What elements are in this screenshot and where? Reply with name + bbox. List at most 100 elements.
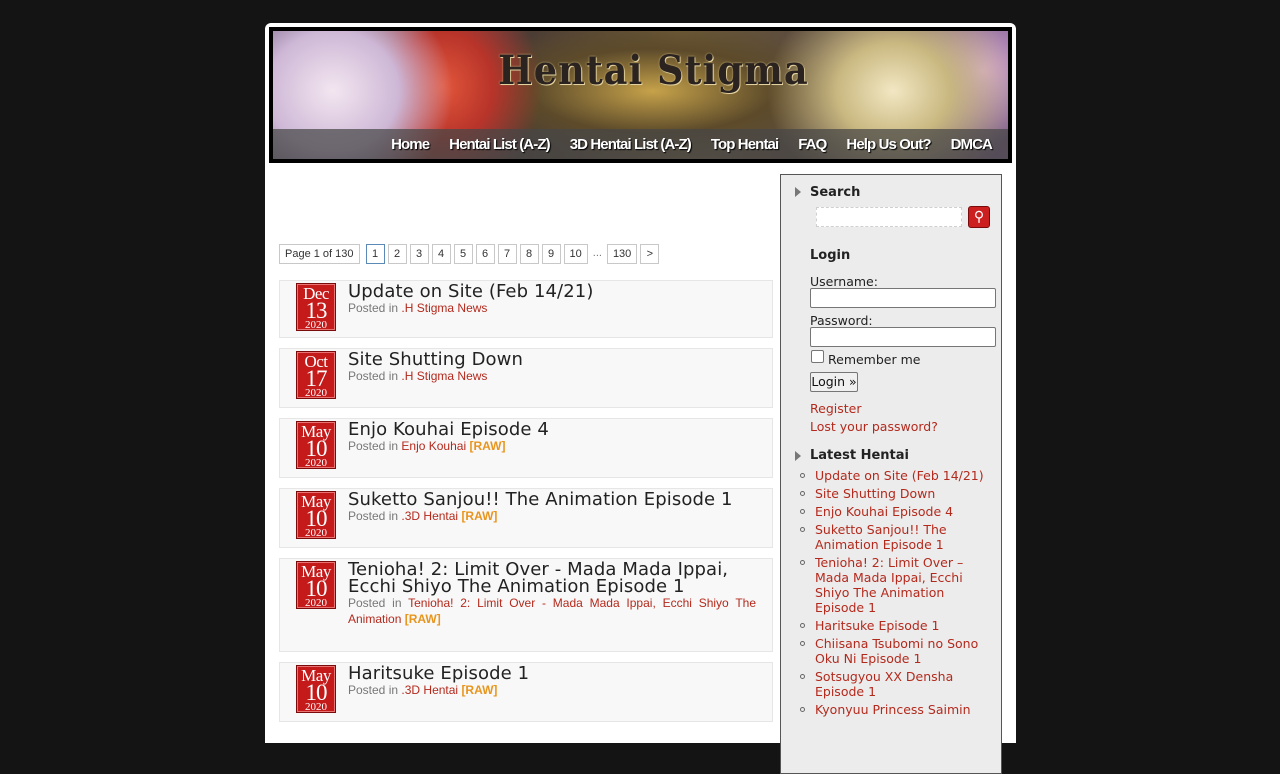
- site-header: Hentai Stigma Home Hentai List (A-Z) 3D …: [269, 27, 1012, 163]
- post-date: May 10 2020: [296, 665, 336, 713]
- search-button[interactable]: ⚲: [968, 206, 990, 228]
- bullet-icon: [800, 473, 805, 478]
- nav-home[interactable]: Home: [391, 136, 430, 153]
- search-heading: Search: [810, 185, 861, 200]
- post-date: Dec 13 2020: [296, 283, 336, 331]
- nav-top-hentai[interactable]: Top Hentai: [711, 136, 779, 153]
- register-link[interactable]: Register: [810, 401, 861, 416]
- post-item: Oct 17 2020 Site Shutting Down Posted in…: [279, 348, 773, 408]
- post-category-link[interactable]: .H Stigma News: [401, 301, 487, 315]
- username-label: Username:: [810, 274, 878, 289]
- latest-link[interactable]: Suketto Sanjou!! The Animation Episode 1: [815, 522, 947, 552]
- site-logo[interactable]: Hentai Stigma: [498, 47, 809, 94]
- remember-me-label: Remember me: [828, 352, 921, 367]
- bullet-icon: [800, 674, 805, 679]
- search-heading-arrow-icon: [795, 187, 801, 197]
- pagination: Page 1 of 130 1 2 3 4 5 6 7 8 9 10 ... 1…: [279, 244, 773, 264]
- list-item: Suketto Sanjou!! The Animation Episode 1: [800, 522, 997, 552]
- bullet-icon: [800, 623, 805, 628]
- list-item: Sotsugyou XX Densha Episode 1: [800, 669, 997, 699]
- latest-link[interactable]: Update on Site (Feb 14/21): [815, 468, 984, 483]
- page-link[interactable]: 10: [563, 244, 588, 264]
- post-date-year: 2020: [305, 387, 327, 399]
- nav-hentai-list[interactable]: Hentai List (A-Z): [449, 136, 550, 153]
- page-link[interactable]: 9: [541, 244, 561, 264]
- bullet-icon: [800, 641, 805, 646]
- page-link[interactable]: 6: [475, 244, 495, 264]
- posted-in-label: Posted in: [348, 369, 399, 383]
- remember-me-checkbox[interactable]: [811, 350, 824, 363]
- latest-link[interactable]: Chiisana Tsubomi no Sono Oku Ni Episode …: [815, 636, 978, 666]
- post-category-link[interactable]: Enjo Kouhai: [401, 439, 466, 453]
- nav-3d-hentai-list[interactable]: 3D Hentai List (A-Z): [570, 136, 692, 153]
- post-date-year: 2020: [305, 701, 327, 713]
- page-link[interactable]: 8: [519, 244, 539, 264]
- post-title[interactable]: Site Shutting Down: [348, 350, 756, 369]
- latest-link[interactable]: Haritsuke Episode 1: [815, 618, 939, 633]
- list-item: Tenioha! 2: Limit Over – Mada Mada Ippai…: [800, 555, 997, 615]
- latest-link[interactable]: Sotsugyou XX Densha Episode 1: [815, 669, 953, 699]
- latest-link[interactable]: Kyonyuu Princess Saimin: [815, 702, 971, 717]
- post-category-link[interactable]: .3D Hentai: [401, 509, 458, 523]
- post-date: May 10 2020: [296, 491, 336, 539]
- latest-heading-arrow-icon: [795, 451, 801, 461]
- next-page-button[interactable]: >: [640, 244, 660, 264]
- post-date: May 10 2020: [296, 561, 336, 609]
- post-date-year: 2020: [305, 597, 327, 609]
- post-title[interactable]: Update on Site (Feb 14/21): [348, 282, 756, 301]
- post-item: Dec 13 2020 Update on Site (Feb 14/21) P…: [279, 280, 773, 338]
- post-item: May 10 2020 Suketto Sanjou!! The Animati…: [279, 488, 773, 548]
- post-meta: Posted in Tenioha! 2: Limit Over - Mada …: [295, 595, 756, 627]
- latest-link[interactable]: Site Shutting Down: [815, 486, 935, 501]
- login-button[interactable]: Login »: [810, 372, 858, 392]
- post-title[interactable]: Suketto Sanjou!! The Animation Episode 1: [348, 490, 756, 509]
- header-banner: Hentai Stigma Home Hentai List (A-Z) 3D …: [273, 31, 1008, 159]
- post-item: May 10 2020 Enjo Kouhai Episode 4 Posted…: [279, 418, 773, 478]
- latest-link[interactable]: Enjo Kouhai Episode 4: [815, 504, 953, 519]
- page-link-last[interactable]: 130: [606, 244, 638, 264]
- bullet-icon: [800, 509, 805, 514]
- post-meta: Posted in Enjo Kouhai [RAW]: [348, 438, 756, 454]
- page-link[interactable]: 2: [387, 244, 407, 264]
- search-input[interactable]: [816, 207, 962, 227]
- post-meta: Posted in .H Stigma News: [348, 300, 756, 316]
- page-link-current[interactable]: 1: [365, 244, 385, 264]
- post-title[interactable]: Enjo Kouhai Episode 4: [348, 420, 756, 439]
- posted-in-label: Posted in: [348, 596, 402, 610]
- post-meta: Posted in .H Stigma News: [348, 368, 756, 384]
- post-item: May 10 2020 Haritsuke Episode 1 Posted i…: [279, 662, 773, 722]
- lost-password-link[interactable]: Lost your password?: [810, 419, 938, 434]
- latest-hentai-heading: Latest Hentai: [810, 448, 909, 463]
- nav-help-us-out[interactable]: Help Us Out?: [846, 136, 931, 153]
- nav-faq[interactable]: FAQ: [798, 136, 827, 153]
- page-link[interactable]: 4: [431, 244, 451, 264]
- page-ellipsis: ...: [592, 247, 602, 259]
- sidebar: Search ⚲ Login Username: Password: Remem…: [780, 174, 1002, 774]
- main-content: Page 1 of 130 1 2 3 4 5 6 7 8 9 10 ... 1…: [279, 244, 773, 732]
- page-link[interactable]: 3: [409, 244, 429, 264]
- login-heading: Login: [810, 248, 851, 263]
- list-item: Enjo Kouhai Episode 4: [800, 504, 997, 519]
- page-link[interactable]: 7: [497, 244, 517, 264]
- latest-hentai-list: Update on Site (Feb 14/21) Site Shutting…: [800, 468, 997, 720]
- nav-dmca[interactable]: DMCA: [951, 136, 993, 153]
- post-date: May 10 2020: [296, 421, 336, 469]
- list-item: Site Shutting Down: [800, 486, 997, 501]
- post-title[interactable]: Tenioha! 2: Limit Over - Mada Mada Ippai…: [348, 560, 756, 596]
- post-category-link[interactable]: .H Stigma News: [401, 369, 487, 383]
- posted-in-label: Posted in: [348, 683, 399, 697]
- post-date-year: 2020: [305, 457, 327, 469]
- password-label: Password:: [810, 313, 873, 328]
- post-date: Oct 17 2020: [296, 351, 336, 399]
- bullet-icon: [800, 560, 805, 565]
- post-date-year: 2020: [305, 319, 327, 331]
- search-icon: ⚲: [973, 209, 985, 225]
- latest-link[interactable]: Tenioha! 2: Limit Over – Mada Mada Ippai…: [815, 555, 963, 615]
- posted-in-label: Posted in: [348, 301, 399, 315]
- username-field[interactable]: [810, 288, 996, 308]
- password-field[interactable]: [810, 327, 996, 347]
- page-link[interactable]: 5: [453, 244, 473, 264]
- post-title[interactable]: Haritsuke Episode 1: [348, 664, 756, 683]
- list-item: Update on Site (Feb 14/21): [800, 468, 997, 483]
- post-category-link[interactable]: .3D Hentai: [401, 683, 458, 697]
